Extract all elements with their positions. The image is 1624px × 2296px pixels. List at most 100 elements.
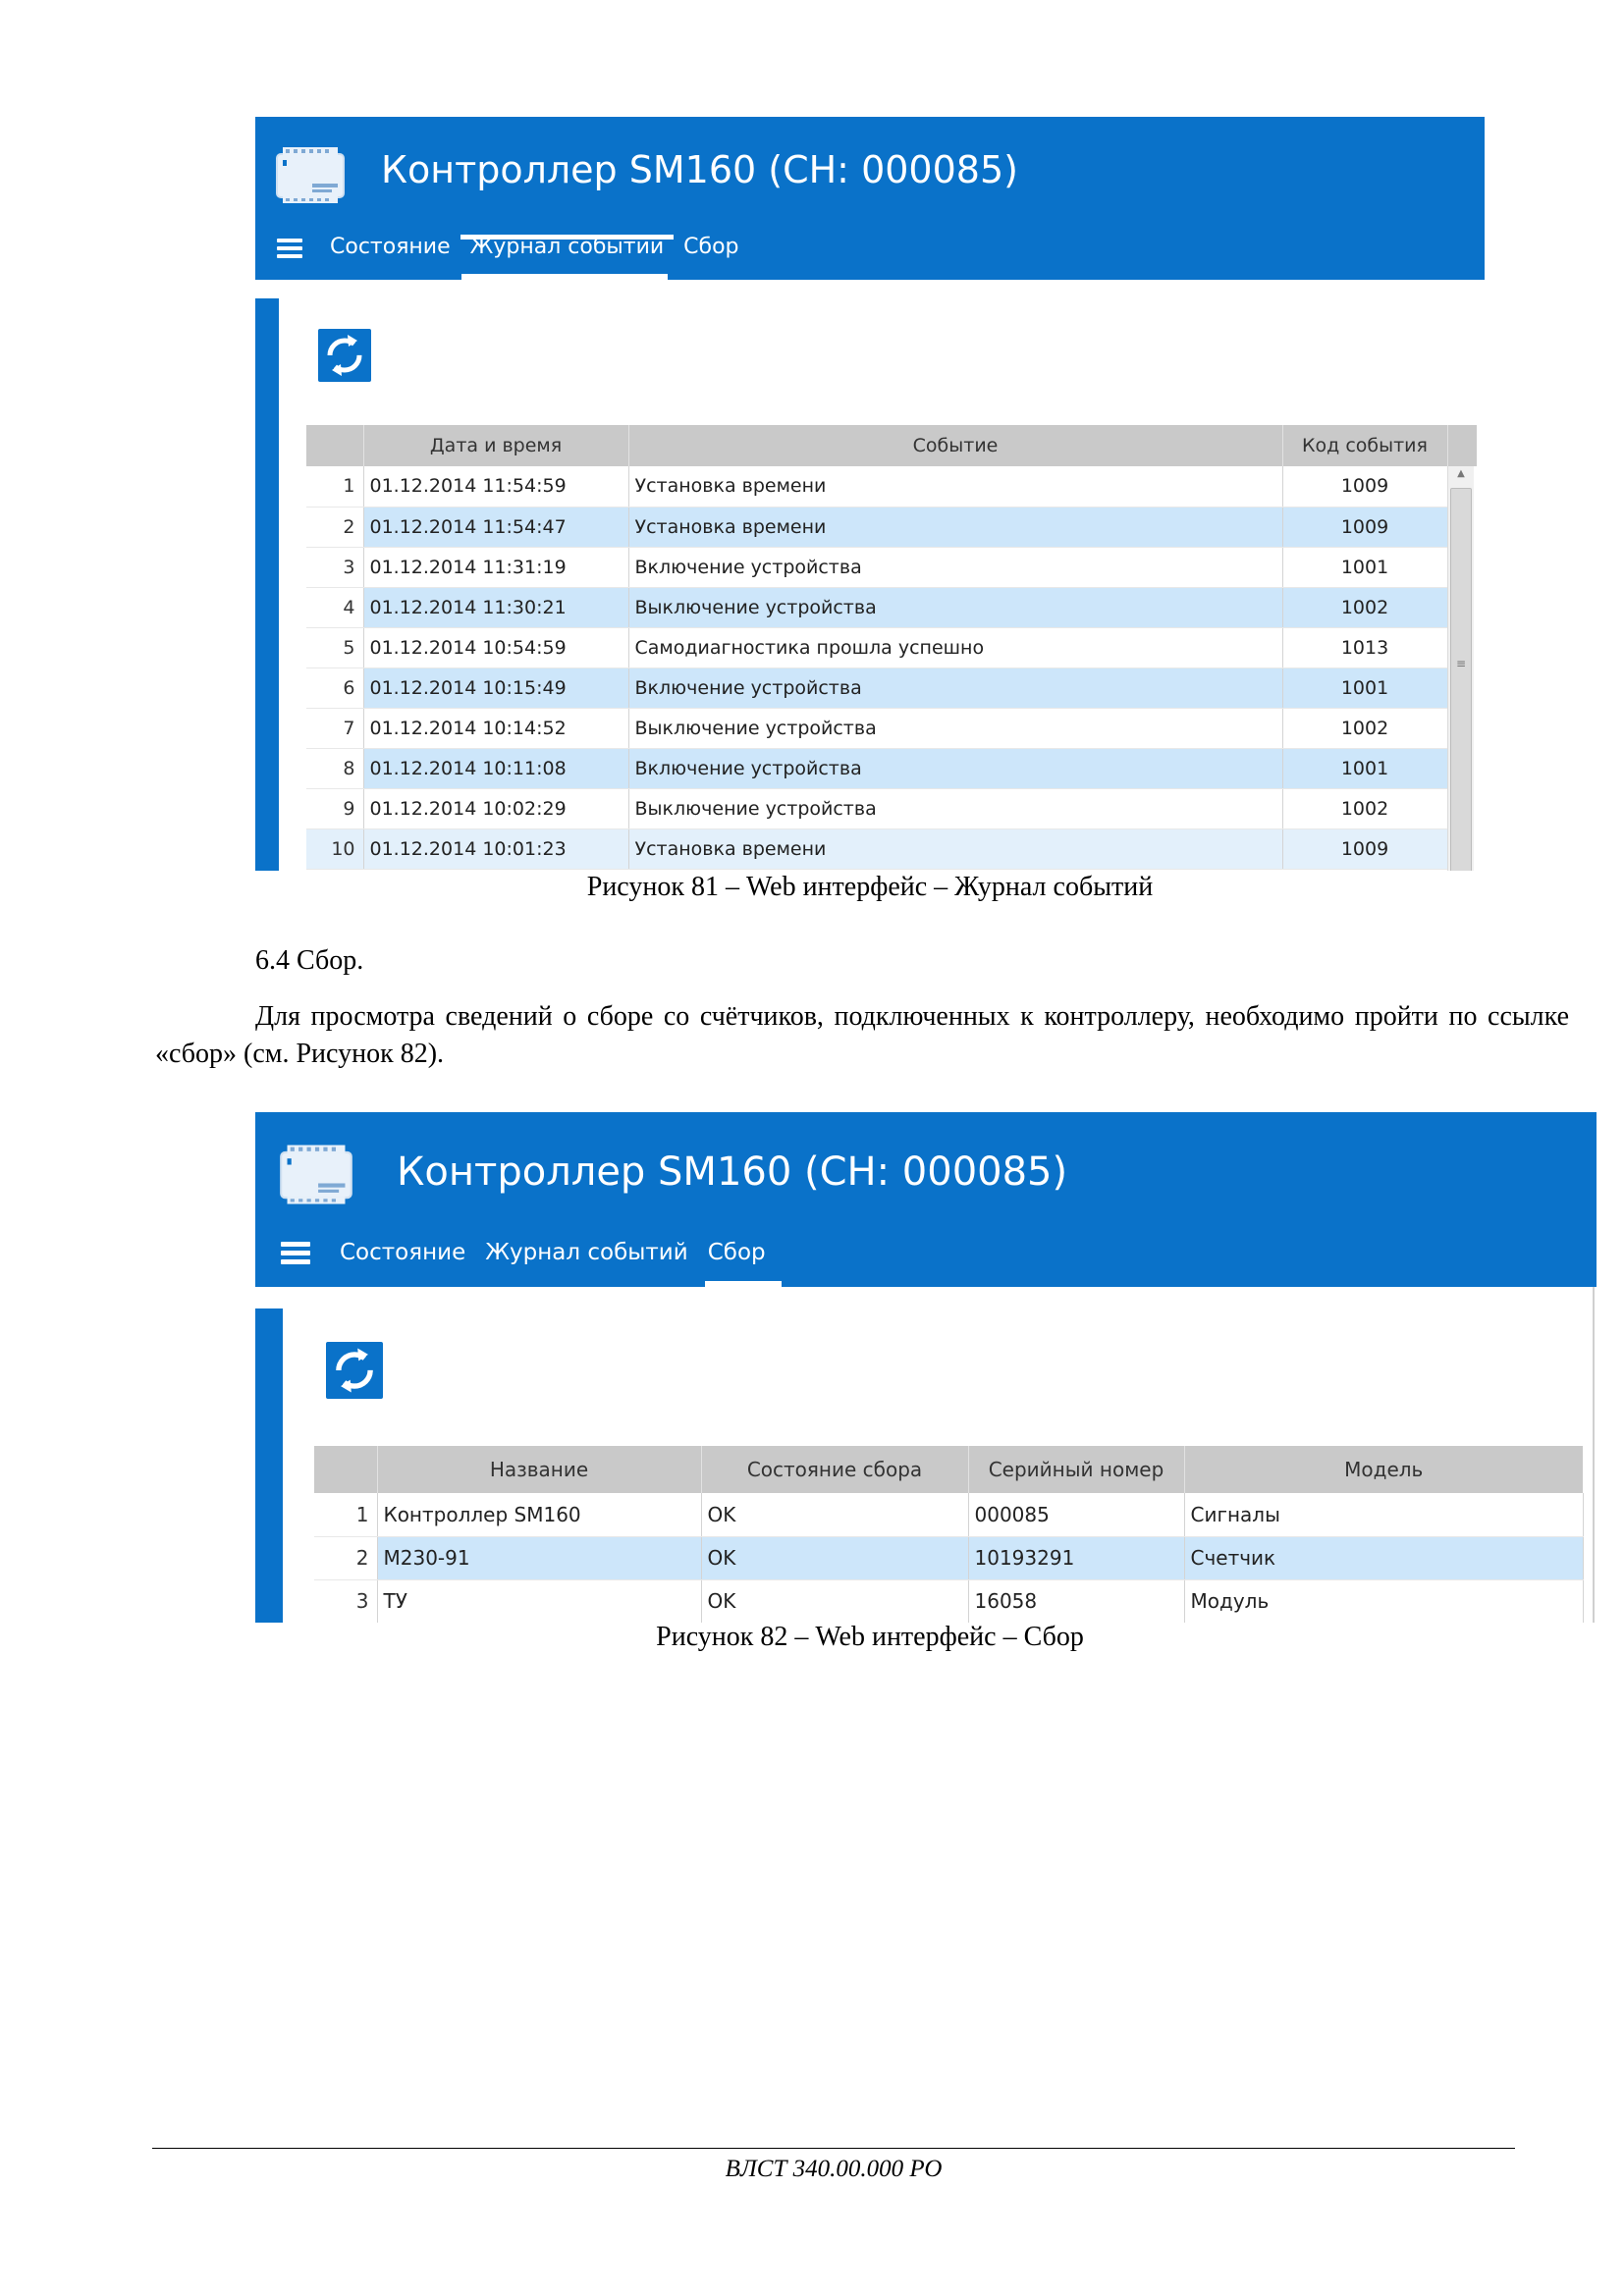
cell-name: M230-91 (377, 1536, 702, 1580)
table-row[interactable]: 2 M230-91 OK 10193291 Счетчик (314, 1536, 1584, 1580)
table-row[interactable]: 8 01.12.2014 10:11:08 Включение устройст… (306, 748, 1477, 789)
figure-81-caption: Рисунок 81 – Web интерфейс – Журнал собы… (586, 872, 1154, 902)
row-number: 3 (306, 547, 364, 588)
content-side-bar (255, 1308, 283, 1623)
refresh-button[interactable] (326, 1342, 383, 1399)
row-number: 2 (314, 1536, 378, 1580)
refresh-icon (336, 1348, 373, 1393)
tab-state[interactable]: Состояние (330, 1240, 475, 1265)
row-number: 10 (306, 828, 364, 870)
cell-event: Включение устройства (628, 667, 1283, 709)
cell-datetime: 01.12.2014 11:54:59 (363, 466, 629, 507)
active-tab-underline (705, 1281, 782, 1287)
cell-datetime: 01.12.2014 11:30:21 (363, 587, 629, 628)
tab-event-log[interactable]: Журнал событий (460, 235, 675, 259)
cell-model: Модуль (1184, 1579, 1584, 1623)
table-row[interactable]: 9 01.12.2014 10:02:29 Выключение устройс… (306, 788, 1477, 829)
figure-81-screenshot: Контроллер SM160 (СН: 000085) Состояние … (255, 117, 1485, 871)
column-header-collection-state[interactable]: Состояние сбора (701, 1446, 969, 1493)
cell-datetime: 01.12.2014 11:31:19 (363, 547, 629, 588)
cell-datetime: 01.12.2014 10:54:59 (363, 627, 629, 668)
row-number: 9 (306, 788, 364, 829)
scroll-up-arrow-icon[interactable]: ▲ (1448, 468, 1474, 479)
table-row[interactable]: 4 01.12.2014 11:30:21 Выключение устройс… (306, 587, 1477, 628)
cell-event-code: 1013 (1282, 627, 1448, 668)
row-number-header (314, 1446, 378, 1493)
nav-tabs: Состояние Журнал событий Сбор (320, 235, 749, 259)
cell-name: ТУ (377, 1579, 702, 1623)
nav-tabs: Состояние Журнал событий Сбор (330, 1240, 776, 1265)
cell-collection-state: OK (701, 1493, 969, 1537)
column-header-serial-number[interactable]: Серийный номер (968, 1446, 1185, 1493)
column-header-model[interactable]: Модель (1184, 1446, 1583, 1493)
row-number: 4 (306, 587, 364, 628)
row-number: 6 (306, 667, 364, 709)
cell-serial-number: 000085 (968, 1493, 1185, 1537)
cell-event-code: 1002 (1282, 708, 1448, 749)
table-row[interactable]: 7 01.12.2014 10:14:52 Выключение устройс… (306, 708, 1477, 749)
cell-event-code: 1009 (1282, 507, 1448, 548)
cell-event-code: 1009 (1282, 466, 1448, 507)
document-code: ВЛСТ 340.00.000 РО (725, 2156, 943, 2182)
cell-event: Выключение устройства (628, 788, 1283, 829)
cell-event-code: 1009 (1282, 828, 1448, 870)
row-number: 1 (314, 1493, 378, 1537)
cell-datetime: 01.12.2014 10:02:29 (363, 788, 629, 829)
cell-datetime: 01.12.2014 10:01:23 (363, 828, 629, 870)
cell-event: Установка времени (628, 507, 1283, 548)
tab-collection[interactable]: Сбор (674, 235, 748, 259)
scrollbar-thumb[interactable] (1450, 488, 1472, 871)
cell-event: Включение устройства (628, 748, 1283, 789)
cell-event: Установка времени (628, 466, 1283, 507)
hamburger-menu-icon[interactable] (281, 1242, 310, 1268)
cell-model: Сигналы (1184, 1493, 1584, 1537)
controller-device-icon (277, 1142, 355, 1206)
cell-serial-number: 16058 (968, 1579, 1185, 1623)
app-title: Контроллер SM160 (СН: 000085) (397, 1149, 1068, 1195)
table-row[interactable]: 3 ТУ OK 16058 Модуль (314, 1579, 1584, 1623)
column-header-datetime[interactable]: Дата и время (363, 425, 629, 466)
cell-event: Установка времени (628, 828, 1283, 870)
column-header-event[interactable]: Событие (628, 425, 1283, 466)
row-number-header (306, 425, 364, 466)
app-header: Контроллер SM160 (СН: 000085) Состояние … (255, 1112, 1597, 1287)
table-row[interactable]: 6 01.12.2014 10:15:49 Включение устройст… (306, 667, 1477, 709)
event-log-table: Дата и время Событие Код события 1 01.12… (306, 425, 1477, 870)
collection-table: Название Состояние сбора Серийный номер … (314, 1446, 1584, 1623)
refresh-button[interactable] (318, 329, 371, 382)
app-header: Контроллер SM160 (СН: 000085) Состояние … (255, 117, 1485, 280)
cell-event-code: 1002 (1282, 587, 1448, 628)
hamburger-menu-icon[interactable] (277, 239, 302, 262)
row-number: 7 (306, 708, 364, 749)
tab-state[interactable]: Состояние (320, 235, 460, 259)
table-scrollbar[interactable]: ▲ ≡ (1447, 466, 1474, 871)
cell-datetime: 01.12.2014 10:11:08 (363, 748, 629, 789)
figure-82-screenshot: Контроллер SM160 (СН: 000085) Состояние … (255, 1112, 1597, 1623)
cell-collection-state: OK (701, 1579, 969, 1623)
table-row[interactable]: 2 01.12.2014 11:54:47 Установка времени … (306, 507, 1477, 548)
cell-serial-number: 10193291 (968, 1536, 1185, 1580)
cell-event-code: 1002 (1282, 788, 1448, 829)
cell-datetime: 01.12.2014 10:15:49 (363, 667, 629, 709)
tab-event-log[interactable]: Журнал событий (475, 1240, 697, 1265)
scroll-header-spacer (1447, 425, 1477, 466)
content-side-bar (255, 298, 279, 871)
footer-divider (152, 2148, 1515, 2149)
cell-event: Выключение устройства (628, 587, 1283, 628)
cell-event: Включение устройства (628, 547, 1283, 588)
figure-82-caption: Рисунок 82 – Web интерфейс – Сбор (656, 1622, 1084, 1652)
table-row[interactable]: 3 01.12.2014 11:31:19 Включение устройст… (306, 547, 1477, 588)
row-number: 8 (306, 748, 364, 789)
cell-datetime: 01.12.2014 10:14:52 (363, 708, 629, 749)
table-row[interactable]: 1 01.12.2014 11:54:59 Установка времени … (306, 466, 1477, 507)
table-row[interactable]: 10 01.12.2014 10:01:23 Установка времени… (306, 828, 1477, 870)
column-header-name[interactable]: Название (377, 1446, 702, 1493)
cell-model: Счетчик (1184, 1536, 1584, 1580)
column-header-event-code[interactable]: Код события (1282, 425, 1448, 466)
cell-name: Контроллер SM160 (377, 1493, 702, 1537)
table-row[interactable]: 1 Контроллер SM160 OK 000085 Сигналы (314, 1493, 1584, 1537)
active-tab-underline (461, 274, 668, 280)
row-number: 2 (306, 507, 364, 548)
tab-collection[interactable]: Сбор (698, 1240, 776, 1265)
table-row[interactable]: 5 01.12.2014 10:54:59 Самодиагностика пр… (306, 627, 1477, 668)
